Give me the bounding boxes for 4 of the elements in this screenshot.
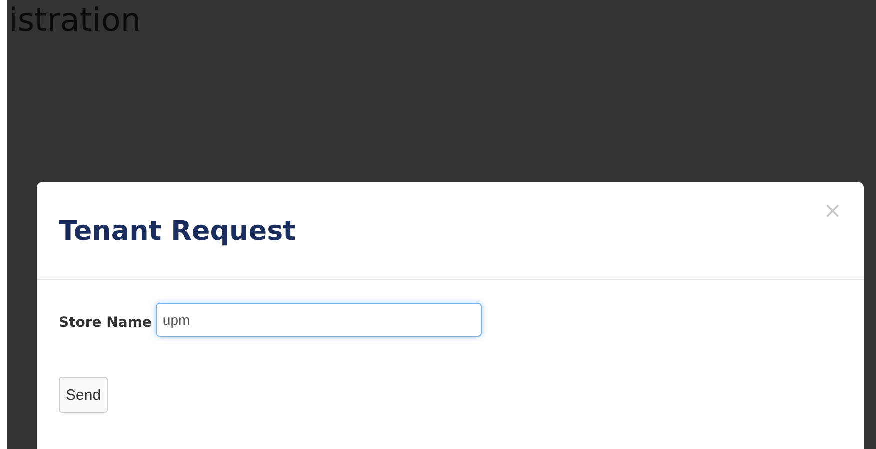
input-field[interactable]: upm bbox=[156, 303, 482, 337]
send-button[interactable]: Send bbox=[59, 377, 108, 413]
modal-title: Tenant Request bbox=[59, 216, 296, 247]
field-label: Store Name bbox=[59, 315, 152, 331]
